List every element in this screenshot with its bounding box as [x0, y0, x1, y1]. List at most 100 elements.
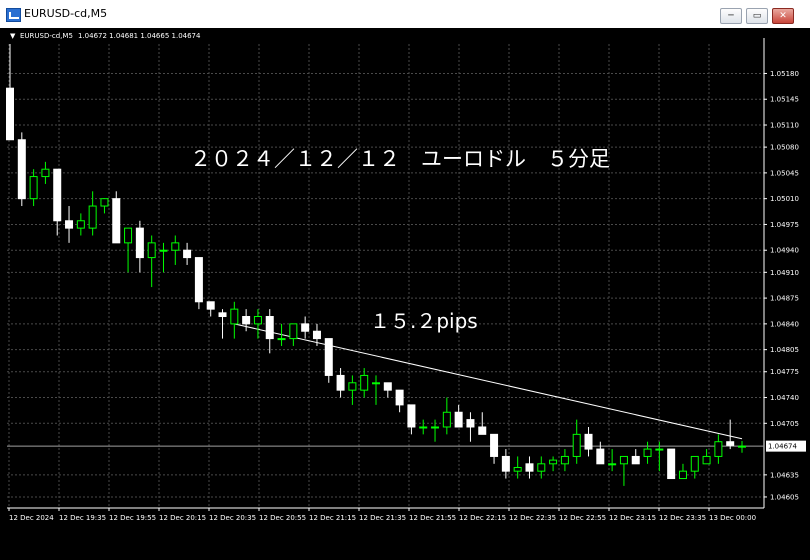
candle-body: [230, 308, 239, 325]
candle-body: [738, 445, 746, 448]
candle-body: [454, 411, 463, 428]
chart-title-annotation[interactable]: ２０２４／１２／１２ ユーロドル ５分足: [190, 147, 610, 171]
candle[interactable]: [41, 161, 50, 184]
x-axis-ticks: 12 Dec 2024 12 Dec 19:35 12 Dec 19:55 12 De…: [8, 508, 756, 522]
candle[interactable]: [289, 323, 298, 346]
candle[interactable]: [206, 301, 215, 317]
close-button[interactable]: ✕: [772, 8, 794, 24]
x-tick-label: 12 Dec 19:35: [59, 514, 106, 522]
candle[interactable]: [147, 235, 156, 288]
candle[interactable]: [631, 449, 640, 465]
candle[interactable]: [324, 338, 333, 383]
candle[interactable]: [372, 375, 380, 405]
y-tick-label: 1.05180: [770, 70, 799, 78]
candle[interactable]: [230, 301, 239, 339]
y-tick-label: 1.04705: [770, 420, 799, 428]
candle-body: [17, 139, 26, 200]
collapse-marker-icon[interactable]: ▼: [10, 32, 16, 40]
candle[interactable]: [678, 463, 687, 480]
candle[interactable]: [100, 198, 109, 214]
candle[interactable]: [159, 242, 168, 273]
candle[interactable]: [501, 449, 510, 479]
chart-area[interactable]: 1.05180 1.05145 1.05110 1.05080 1.05045 1.050…: [0, 28, 810, 560]
chart-window-icon: [6, 8, 21, 22]
candle[interactable]: [76, 213, 85, 236]
candle-body: [253, 316, 262, 325]
restore-button[interactable]: ▭: [746, 8, 768, 24]
candle[interactable]: [572, 419, 581, 464]
candle-body: [383, 382, 392, 391]
candle[interactable]: [643, 441, 652, 464]
candle[interactable]: [194, 257, 203, 310]
y-tick-label: 1.04975: [770, 221, 799, 229]
candle[interactable]: [336, 368, 345, 398]
candle-body: [53, 168, 62, 222]
candle[interactable]: [112, 191, 121, 244]
candle-body: [312, 330, 321, 340]
candle-body: [631, 455, 640, 465]
candle-body: [490, 433, 499, 457]
candle[interactable]: [383, 382, 392, 398]
y-tick-label: 1.04740: [770, 394, 799, 402]
y-tick-label: 1.05110: [770, 122, 799, 130]
x-tick-label: 12 Dec 22:35: [509, 514, 556, 522]
candle[interactable]: [738, 440, 746, 453]
pips-annotation[interactable]: １５.２pips: [370, 309, 478, 333]
candle[interactable]: [124, 227, 133, 273]
candle[interactable]: [442, 397, 451, 435]
candle-body: [112, 198, 121, 244]
x-tick-label: 12 Dec 2024: [9, 514, 54, 522]
candle-body: [431, 426, 440, 429]
candle[interactable]: [242, 309, 251, 332]
candle[interactable]: [466, 412, 475, 442]
candle[interactable]: [135, 220, 144, 273]
candle[interactable]: [6, 44, 14, 141]
candle[interactable]: [619, 455, 628, 486]
y-axis-ticks: 1.05180 1.05145 1.05110 1.05080 1.05045 1.050…: [764, 70, 799, 501]
candle-body: [88, 205, 97, 229]
trendline[interactable]: [234, 323, 743, 440]
x-tick-label: 12 Dec 22:15: [459, 514, 506, 522]
candle-body: [277, 338, 286, 341]
candle[interactable]: [490, 433, 499, 464]
x-tick-label: 12 Dec 21:35: [359, 514, 406, 522]
candle[interactable]: [360, 368, 369, 398]
candle[interactable]: [584, 426, 593, 457]
minimize-button[interactable]: ─: [720, 8, 742, 24]
candle[interactable]: [65, 206, 74, 243]
candle[interactable]: [702, 449, 711, 465]
candle[interactable]: [560, 449, 569, 472]
candle[interactable]: [301, 316, 310, 339]
candle[interactable]: [667, 448, 676, 480]
candle-body: [336, 374, 345, 391]
candle[interactable]: [395, 389, 404, 413]
candle-body: [690, 455, 699, 472]
y-tick-label: 1.04840: [770, 320, 799, 328]
candle[interactable]: [17, 132, 26, 207]
candle[interactable]: [171, 235, 180, 265]
candle[interactable]: [88, 191, 97, 236]
candle[interactable]: [549, 456, 558, 472]
candle-body: [183, 249, 192, 259]
y-tick-label: 1.05010: [770, 195, 799, 203]
candle[interactable]: [29, 169, 38, 207]
candle-body: [324, 338, 333, 376]
candlestick-chart[interactable]: 1.05180 1.05145 1.05110 1.05080 1.05045 1.050…: [0, 28, 810, 560]
candle[interactable]: [714, 434, 723, 464]
candle[interactable]: [596, 441, 605, 465]
candle[interactable]: [608, 449, 617, 472]
candle-body: [135, 227, 144, 259]
candle-body: [513, 466, 522, 472]
candle[interactable]: [726, 419, 735, 450]
candle[interactable]: [53, 168, 62, 236]
candle-body: [360, 374, 369, 391]
candle[interactable]: [183, 242, 192, 265]
candle-body: [124, 227, 133, 244]
candle-body: [643, 448, 652, 457]
candle-body: [678, 470, 687, 480]
candle[interactable]: [348, 375, 357, 405]
candle[interactable]: [253, 309, 262, 339]
candle[interactable]: [454, 404, 463, 428]
candle[interactable]: [419, 419, 428, 435]
candle[interactable]: [265, 309, 274, 354]
